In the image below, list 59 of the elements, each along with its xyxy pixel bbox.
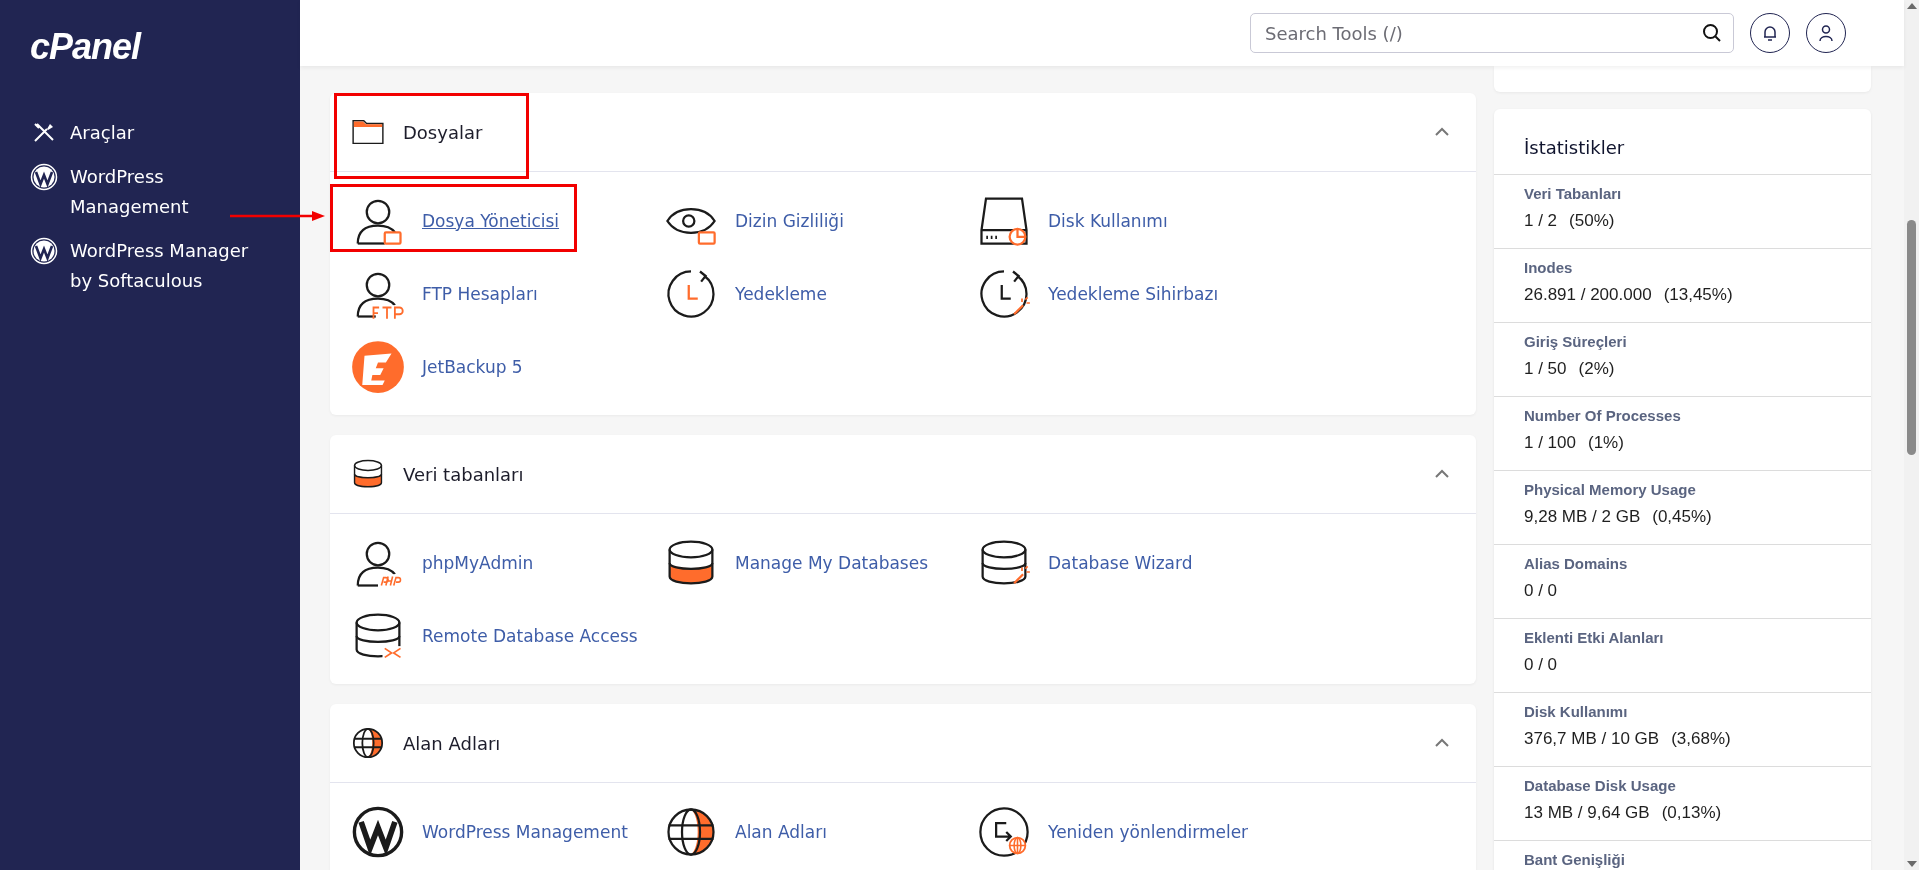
stat-value: 1 / 50 — [1524, 359, 1567, 379]
stat-label: Physical Memory Usage — [1524, 481, 1697, 498]
tool-link[interactable]: Database Wizard — [1048, 552, 1193, 573]
notifications-button[interactable] — [1750, 13, 1790, 53]
stat-value: 1 / 100 — [1524, 433, 1576, 453]
stat-percent: (13,45%) — [1663, 285, 1733, 305]
globe-icon — [351, 726, 385, 760]
tool-link[interactable]: FTP Hesapları — [422, 283, 538, 304]
tool-link[interactable]: JetBackup 5 — [422, 356, 523, 377]
stat-label: Number Of Processes — [1524, 407, 1682, 424]
panel-title: İstatistikler — [1523, 136, 1626, 160]
section-title: Veri tabanları — [403, 463, 525, 485]
tool-link[interactable]: Dosya Yöneticisi — [422, 210, 560, 231]
tool-link[interactable]: phpMyAdmin — [422, 552, 534, 573]
tool-link[interactable]: Remote Database Access — [422, 625, 638, 646]
stat-value: 0 / 0 — [1524, 581, 1558, 601]
stat-label: Alias Domains — [1524, 555, 1629, 572]
tool-link[interactable]: Disk Kullanımı — [1048, 210, 1168, 231]
section-title: Alan Adları — [403, 732, 502, 754]
sidebar-item[interactable]: Araçlar — [30, 118, 270, 148]
stat-value: 0 / 0 — [1524, 655, 1558, 675]
stat-label: Inodes — [1524, 259, 1574, 276]
stat-value: 1 / 2 — [1524, 211, 1558, 231]
scrollbar[interactable] — [1904, 0, 1919, 870]
wordpress-icon — [30, 237, 58, 265]
redirect-icon[interactable] — [977, 804, 1031, 859]
wordpress-icon[interactable] — [351, 804, 405, 859]
stat-percent: (0,45%) — [1652, 507, 1712, 527]
sidebar-item[interactable]: WordPress Management — [30, 162, 270, 222]
stat-label: Eklenti Etki Alanları — [1524, 629, 1665, 646]
section-title: Dosyalar — [403, 121, 484, 143]
stat-value: 26.891 / 200.000 — [1524, 285, 1652, 305]
cpanel-logo[interactable]: cPanel — [30, 26, 141, 68]
stat-label: Giriş Süreçleri — [1524, 333, 1628, 350]
tool-link[interactable]: Manage My Databases — [735, 552, 929, 573]
search-icon — [1702, 23, 1722, 43]
tool-link[interactable]: Yeniden yönlendirmeler — [1048, 821, 1249, 842]
wordpress-icon — [30, 163, 58, 191]
stat-percent: (50%) — [1569, 211, 1615, 231]
search-field[interactable]: Search Tools (/) — [1250, 13, 1734, 53]
tool-link[interactable]: Yedekleme Sihirbazı — [1048, 283, 1219, 304]
stat-label: Database Disk Usage — [1524, 777, 1677, 794]
tool-link[interactable]: WordPress Management — [422, 821, 628, 842]
stat-percent: (1%) — [1588, 433, 1624, 453]
stat-label: Disk Kullanımı — [1524, 703, 1629, 720]
stat-value: 13 MB / 9,64 GB — [1524, 803, 1650, 823]
stat-value: 9,28 MB / 2 GB — [1524, 507, 1641, 527]
stat-percent: (3,68%) — [1671, 729, 1731, 749]
stat-percent: (2%) — [1578, 359, 1615, 379]
tool-link[interactable]: Yedekleme — [735, 283, 827, 304]
sidebar-item[interactable]: WordPress Manager by Softaculous — [30, 236, 270, 296]
stat-value: 376,7 MB / 10 GB — [1524, 729, 1660, 749]
stat-label: Bant Genişliği — [1524, 851, 1626, 868]
tool-link[interactable]: Dizin Gizliliği — [735, 210, 844, 231]
user-button[interactable] — [1806, 13, 1846, 53]
tool-link[interactable]: Alan Adları — [735, 821, 827, 842]
stat-label: Veri Tabanları — [1524, 185, 1623, 202]
user-icon — [1816, 23, 1836, 43]
stat-percent: (0,13%) — [1661, 803, 1722, 823]
